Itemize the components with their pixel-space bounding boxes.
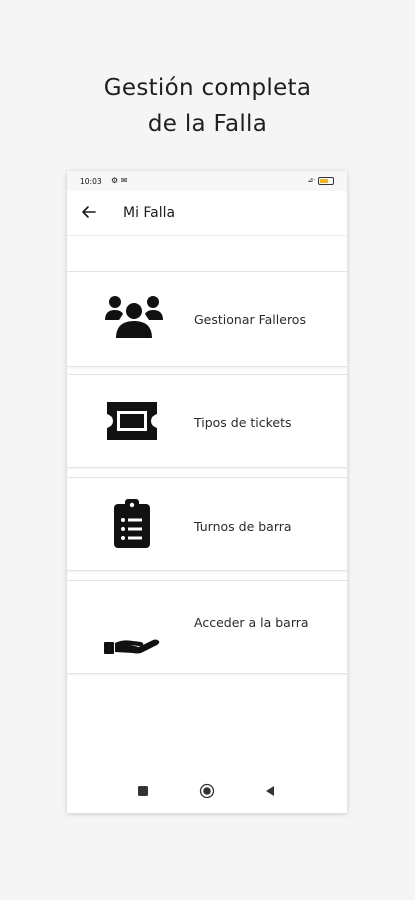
page-title: Mi Falla bbox=[123, 205, 176, 221]
back-triangle-icon[interactable] bbox=[264, 785, 276, 797]
menu-item-turnos-de-barra[interactable]: Turnos de barra bbox=[67, 477, 347, 571]
status-bar: 10:03 ⚙ ✉ ⊿ᐧ bbox=[67, 171, 347, 191]
headline-line-1: Gestión completa bbox=[103, 75, 312, 101]
menu-label: Gestionar Falleros bbox=[194, 312, 306, 327]
clipboard-list-icon bbox=[114, 499, 150, 548]
promo-headline: Gestión completa de la Falla bbox=[0, 70, 415, 142]
menu-label: Acceder a la barra bbox=[194, 615, 309, 630]
status-time: 10:03 bbox=[80, 177, 102, 186]
app-bar: Mi Falla bbox=[67, 191, 347, 236]
back-arrow-icon[interactable] bbox=[79, 202, 99, 222]
ticket-icon bbox=[107, 402, 157, 440]
status-notification-icons: ⚙ ✉ bbox=[111, 176, 128, 185]
recent-apps-icon[interactable] bbox=[137, 785, 149, 797]
hand-holding-icon bbox=[104, 639, 160, 654]
menu-item-acceder-a-la-barra[interactable]: Acceder a la barra bbox=[67, 580, 347, 674]
phone-screen: 10:03 ⚙ ✉ ⊿ᐧ Mi Falla Gestionar Falleros… bbox=[67, 171, 347, 813]
signal-icon: ⊿ᐧ bbox=[307, 176, 315, 184]
home-icon[interactable] bbox=[199, 783, 215, 799]
battery-icon bbox=[318, 177, 334, 185]
system-nav-bar bbox=[67, 773, 347, 813]
menu-label: Tipos de tickets bbox=[194, 415, 292, 430]
menu-label: Turnos de barra bbox=[194, 519, 292, 534]
menu-item-gestionar-falleros[interactable]: Gestionar Falleros bbox=[67, 271, 347, 367]
menu-item-tipos-de-tickets[interactable]: Tipos de tickets bbox=[67, 374, 347, 468]
headline-line-2: de la Falla bbox=[147, 111, 268, 137]
people-group-icon bbox=[105, 296, 163, 338]
